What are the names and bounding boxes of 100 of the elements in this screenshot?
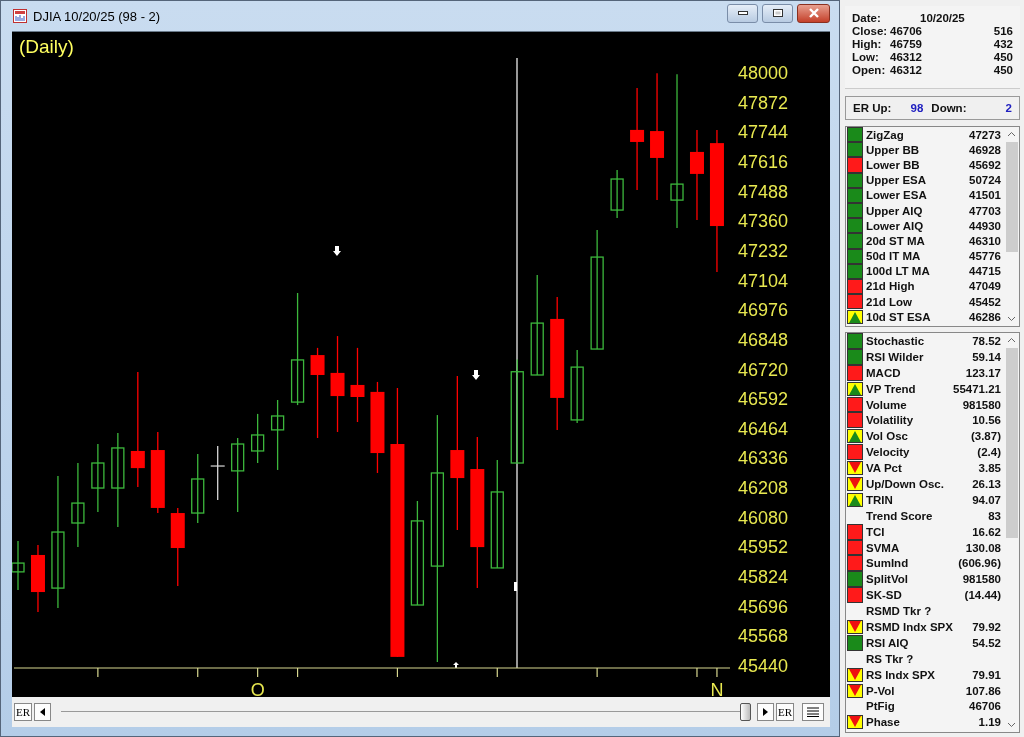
indicator-value: 79.91 [972, 668, 1001, 681]
indicator-value: (606.96) [958, 557, 1001, 570]
indicator-name[interactable]: 10d ST ESA [866, 310, 931, 323]
indicator-value: 10.56 [972, 414, 1001, 427]
indicator-name[interactable]: TRIN [866, 493, 893, 506]
axis-label: 47872 [738, 93, 789, 114]
indicator-value: 107.86 [965, 684, 1001, 697]
indicator-name[interactable]: RS Indx SPX [866, 668, 936, 681]
axis-label: O [250, 680, 265, 698]
indicator-name[interactable]: 100d LT MA [866, 265, 930, 278]
axis-label: 46336 [738, 448, 789, 469]
indicator-name[interactable]: VA Pct [866, 462, 902, 475]
indicator-name[interactable]: Lower ESA [866, 189, 927, 202]
indicator-name[interactable]: SVMA [866, 541, 900, 554]
indicator-name[interactable]: MACD [866, 366, 901, 379]
indicator-value: 78.52 [972, 334, 1001, 347]
indicator-value: 47703 [969, 204, 1001, 217]
indicator-name[interactable]: Volume [866, 398, 907, 411]
axis-label: 47104 [738, 271, 789, 292]
axis-label: 46464 [738, 419, 789, 440]
indicator-name[interactable]: Trend Score [866, 509, 933, 522]
er-button[interactable]: ER [775, 703, 794, 722]
maximize-icon [772, 9, 783, 18]
indicator-name[interactable]: Phase [866, 716, 900, 729]
axis-label: 47744 [738, 122, 789, 143]
er-down-label: Down: [931, 102, 967, 114]
indicator-name[interactable]: Upper AIQ [866, 204, 923, 217]
up-caret-icon [1007, 337, 1016, 343]
indicator-name[interactable]: RSI Wilder [866, 350, 924, 363]
indicator-name[interactable]: Velocity [866, 446, 910, 459]
field-value: 46312 [890, 51, 923, 64]
window-title: DJIA 10/20/25 (98 - 2) [33, 8, 161, 24]
indicator-name[interactable]: RSMD Tkr ? [866, 605, 932, 618]
field-label: Date: [852, 12, 882, 25]
axis-label: 46848 [738, 330, 789, 351]
period-label: (Daily) [19, 36, 74, 59]
down-arrow-icon [472, 370, 480, 381]
axis-label: 47616 [738, 152, 789, 173]
candle [91, 443, 105, 513]
indicator-name[interactable]: RSI AIQ [866, 636, 909, 649]
indicator-name[interactable]: Volatility [866, 414, 914, 427]
indicator-name[interactable]: Stochastic [866, 334, 925, 347]
indicator-value: 46706 [969, 700, 1001, 713]
right-arrow-icon [762, 708, 768, 717]
indicator-name[interactable]: Lower BB [866, 158, 920, 171]
field-value: 450 [993, 64, 1013, 77]
axis-label: 47488 [738, 182, 789, 203]
scroll-thumb[interactable] [739, 703, 751, 722]
indicator-name[interactable]: Vol Osc [866, 430, 908, 443]
candle [251, 413, 265, 465]
close-button[interactable] [797, 3, 830, 23]
indicator-name[interactable]: VP Trend [866, 382, 916, 395]
indicator-name[interactable]: Upper ESA [866, 174, 927, 187]
indicator-name[interactable]: 21d Low [866, 295, 912, 308]
indicator-value: 59.14 [972, 350, 1001, 363]
indicator-name[interactable]: RSMD Indx SPX [866, 620, 953, 633]
minimize-button[interactable] [727, 3, 758, 23]
indicator-name[interactable]: SK-SD [866, 589, 902, 602]
indicator-name[interactable]: Up/Down Osc. [866, 477, 944, 490]
indicator-name[interactable]: SplitVol [866, 573, 908, 586]
maximize-button[interactable] [762, 3, 793, 23]
indicator-name[interactable]: 21d High [866, 280, 915, 293]
er-button[interactable]: ER [14, 703, 33, 722]
scroll-right-button[interactable] [756, 703, 774, 722]
indicator-value: 1.19 [978, 716, 1001, 729]
indicator-name[interactable]: Lower AIQ [866, 219, 924, 232]
axis-label: N [710, 680, 724, 698]
indicator-value: (14.44) [964, 589, 1001, 602]
indicator-value: 45776 [969, 250, 1001, 263]
indicator-name[interactable]: 50d IT MA [866, 250, 921, 263]
candle [191, 453, 205, 525]
field-value: 450 [993, 51, 1013, 64]
indicator-name[interactable]: Upper BB [866, 143, 920, 156]
menu-button[interactable] [802, 703, 824, 722]
indicator-value: 46928 [969, 143, 1001, 156]
indicator-name[interactable]: ZigZag [866, 128, 904, 141]
indicator-value: 45452 [969, 295, 1001, 308]
indicator-value: 44930 [969, 219, 1001, 232]
down-caret-icon [1007, 316, 1016, 322]
indicator-name[interactable]: SumInd [866, 557, 909, 570]
indicator-name[interactable]: RS Tkr ? [866, 652, 914, 665]
down-caret-icon [1007, 722, 1016, 728]
er-up-label: ER Up: [853, 102, 892, 114]
indicator-name[interactable]: PtFig [866, 700, 895, 713]
indicator-value: 54.52 [972, 636, 1001, 649]
axis-label: 46208 [738, 478, 789, 499]
axis-label: 45952 [738, 537, 789, 558]
indicator-name[interactable]: P-Vol [866, 684, 895, 697]
scroll-left-button[interactable] [34, 703, 52, 722]
indicator-value: 45692 [969, 158, 1001, 171]
indicator-name[interactable]: 20d ST MA [866, 234, 925, 247]
field-value: 46759 [890, 38, 923, 51]
minimize-icon [737, 11, 748, 16]
field-label: Open: [852, 64, 887, 77]
candle [210, 445, 225, 502]
indicator-name[interactable]: TCI [866, 525, 885, 538]
er-up-count: 98 [909, 102, 924, 114]
indicator-value: 981580 [962, 573, 1001, 586]
date-value: 10/20/25 [919, 12, 966, 25]
axis-label: 46080 [738, 508, 789, 529]
